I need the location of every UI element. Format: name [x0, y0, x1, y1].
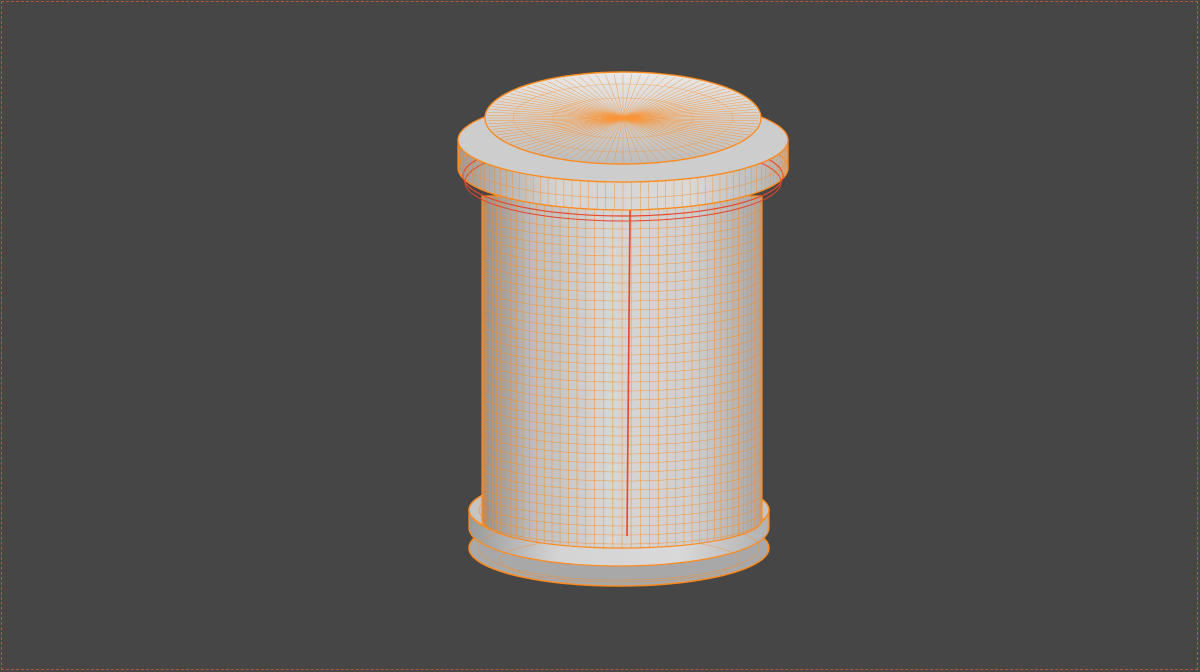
- cylinder-body: [481, 195, 763, 549]
- mesh-scene[interactable]: [0, 0, 1200, 672]
- 3d-viewport[interactable]: [0, 0, 1200, 672]
